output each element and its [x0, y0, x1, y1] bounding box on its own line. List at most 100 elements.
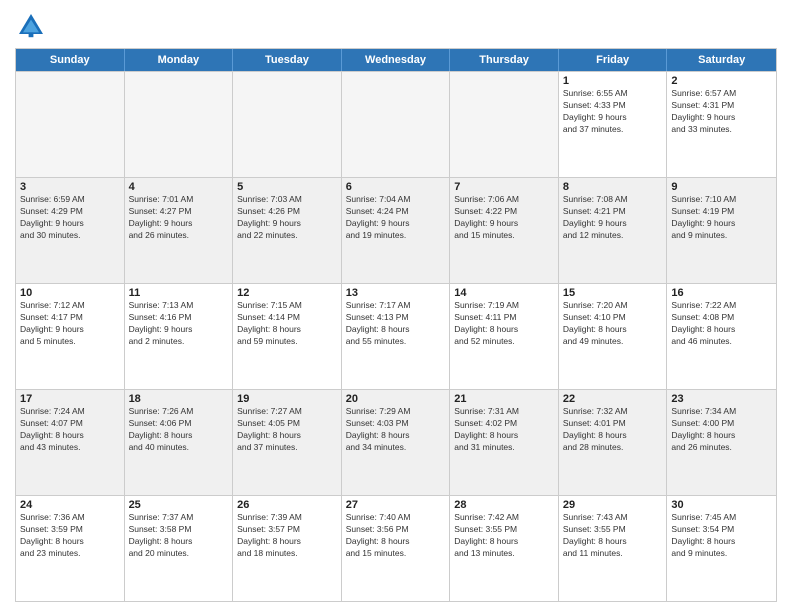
cell-detail: Sunrise: 7:36 AMSunset: 3:59 PMDaylight:… — [20, 512, 120, 560]
calendar-cell: 11Sunrise: 7:13 AMSunset: 4:16 PMDayligh… — [125, 284, 234, 389]
calendar-cell: 25Sunrise: 7:37 AMSunset: 3:58 PMDayligh… — [125, 496, 234, 601]
calendar-row-3: 17Sunrise: 7:24 AMSunset: 4:07 PMDayligh… — [16, 389, 776, 495]
day-number: 29 — [563, 499, 663, 511]
day-number: 21 — [454, 393, 554, 405]
page: SundayMondayTuesdayWednesdayThursdayFrid… — [0, 0, 792, 612]
cell-detail: Sunrise: 7:39 AMSunset: 3:57 PMDaylight:… — [237, 512, 337, 560]
cell-detail: Sunrise: 7:26 AMSunset: 4:06 PMDaylight:… — [129, 406, 229, 454]
calendar-row-0: 1Sunrise: 6:55 AMSunset: 4:33 PMDaylight… — [16, 71, 776, 177]
calendar-cell: 7Sunrise: 7:06 AMSunset: 4:22 PMDaylight… — [450, 178, 559, 283]
calendar-cell: 16Sunrise: 7:22 AMSunset: 4:08 PMDayligh… — [667, 284, 776, 389]
day-number: 22 — [563, 393, 663, 405]
day-number: 14 — [454, 287, 554, 299]
weekday-header-friday: Friday — [559, 49, 668, 71]
weekday-header-wednesday: Wednesday — [342, 49, 451, 71]
calendar-cell — [233, 72, 342, 177]
calendar-cell: 22Sunrise: 7:32 AMSunset: 4:01 PMDayligh… — [559, 390, 668, 495]
cell-detail: Sunrise: 7:13 AMSunset: 4:16 PMDaylight:… — [129, 300, 229, 348]
calendar-cell: 5Sunrise: 7:03 AMSunset: 4:26 PMDaylight… — [233, 178, 342, 283]
calendar-header-row: SundayMondayTuesdayWednesdayThursdayFrid… — [16, 49, 776, 71]
cell-detail: Sunrise: 7:24 AMSunset: 4:07 PMDaylight:… — [20, 406, 120, 454]
day-number: 28 — [454, 499, 554, 511]
day-number: 1 — [563, 75, 663, 87]
day-number: 16 — [671, 287, 772, 299]
day-number: 7 — [454, 181, 554, 193]
calendar-cell: 17Sunrise: 7:24 AMSunset: 4:07 PMDayligh… — [16, 390, 125, 495]
calendar-cell: 1Sunrise: 6:55 AMSunset: 4:33 PMDaylight… — [559, 72, 668, 177]
day-number: 3 — [20, 181, 120, 193]
weekday-header-sunday: Sunday — [16, 49, 125, 71]
cell-detail: Sunrise: 7:15 AMSunset: 4:14 PMDaylight:… — [237, 300, 337, 348]
calendar-cell: 8Sunrise: 7:08 AMSunset: 4:21 PMDaylight… — [559, 178, 668, 283]
calendar-cell: 23Sunrise: 7:34 AMSunset: 4:00 PMDayligh… — [667, 390, 776, 495]
weekday-header-saturday: Saturday — [667, 49, 776, 71]
cell-detail: Sunrise: 7:10 AMSunset: 4:19 PMDaylight:… — [671, 194, 772, 242]
day-number: 24 — [20, 499, 120, 511]
calendar-cell: 19Sunrise: 7:27 AMSunset: 4:05 PMDayligh… — [233, 390, 342, 495]
calendar-cell: 18Sunrise: 7:26 AMSunset: 4:06 PMDayligh… — [125, 390, 234, 495]
day-number: 15 — [563, 287, 663, 299]
cell-detail: Sunrise: 7:31 AMSunset: 4:02 PMDaylight:… — [454, 406, 554, 454]
cell-detail: Sunrise: 6:59 AMSunset: 4:29 PMDaylight:… — [20, 194, 120, 242]
calendar-row-2: 10Sunrise: 7:12 AMSunset: 4:17 PMDayligh… — [16, 283, 776, 389]
cell-detail: Sunrise: 7:29 AMSunset: 4:03 PMDaylight:… — [346, 406, 446, 454]
day-number: 9 — [671, 181, 772, 193]
calendar-cell: 2Sunrise: 6:57 AMSunset: 4:31 PMDaylight… — [667, 72, 776, 177]
weekday-header-tuesday: Tuesday — [233, 49, 342, 71]
cell-detail: Sunrise: 7:37 AMSunset: 3:58 PMDaylight:… — [129, 512, 229, 560]
day-number: 25 — [129, 499, 229, 511]
logo — [15, 10, 51, 42]
day-number: 4 — [129, 181, 229, 193]
cell-detail: Sunrise: 7:01 AMSunset: 4:27 PMDaylight:… — [129, 194, 229, 242]
day-number: 6 — [346, 181, 446, 193]
calendar-cell — [16, 72, 125, 177]
day-number: 5 — [237, 181, 337, 193]
calendar-row-1: 3Sunrise: 6:59 AMSunset: 4:29 PMDaylight… — [16, 177, 776, 283]
cell-detail: Sunrise: 7:04 AMSunset: 4:24 PMDaylight:… — [346, 194, 446, 242]
calendar-cell — [450, 72, 559, 177]
calendar-cell: 10Sunrise: 7:12 AMSunset: 4:17 PMDayligh… — [16, 284, 125, 389]
calendar-cell — [342, 72, 451, 177]
cell-detail: Sunrise: 7:40 AMSunset: 3:56 PMDaylight:… — [346, 512, 446, 560]
calendar-body: 1Sunrise: 6:55 AMSunset: 4:33 PMDaylight… — [16, 71, 776, 601]
logo-icon — [15, 10, 47, 42]
calendar-cell: 15Sunrise: 7:20 AMSunset: 4:10 PMDayligh… — [559, 284, 668, 389]
calendar-cell: 3Sunrise: 6:59 AMSunset: 4:29 PMDaylight… — [16, 178, 125, 283]
day-number: 23 — [671, 393, 772, 405]
cell-detail: Sunrise: 7:17 AMSunset: 4:13 PMDaylight:… — [346, 300, 446, 348]
calendar-cell: 4Sunrise: 7:01 AMSunset: 4:27 PMDaylight… — [125, 178, 234, 283]
day-number: 19 — [237, 393, 337, 405]
calendar-cell — [125, 72, 234, 177]
day-number: 17 — [20, 393, 120, 405]
calendar: SundayMondayTuesdayWednesdayThursdayFrid… — [15, 48, 777, 602]
day-number: 8 — [563, 181, 663, 193]
calendar-cell: 21Sunrise: 7:31 AMSunset: 4:02 PMDayligh… — [450, 390, 559, 495]
calendar-cell: 24Sunrise: 7:36 AMSunset: 3:59 PMDayligh… — [16, 496, 125, 601]
cell-detail: Sunrise: 7:19 AMSunset: 4:11 PMDaylight:… — [454, 300, 554, 348]
cell-detail: Sunrise: 7:06 AMSunset: 4:22 PMDaylight:… — [454, 194, 554, 242]
cell-detail: Sunrise: 7:34 AMSunset: 4:00 PMDaylight:… — [671, 406, 772, 454]
calendar-cell: 13Sunrise: 7:17 AMSunset: 4:13 PMDayligh… — [342, 284, 451, 389]
calendar-cell: 27Sunrise: 7:40 AMSunset: 3:56 PMDayligh… — [342, 496, 451, 601]
day-number: 30 — [671, 499, 772, 511]
cell-detail: Sunrise: 7:42 AMSunset: 3:55 PMDaylight:… — [454, 512, 554, 560]
calendar-cell: 14Sunrise: 7:19 AMSunset: 4:11 PMDayligh… — [450, 284, 559, 389]
day-number: 26 — [237, 499, 337, 511]
calendar-cell: 28Sunrise: 7:42 AMSunset: 3:55 PMDayligh… — [450, 496, 559, 601]
day-number: 10 — [20, 287, 120, 299]
day-number: 20 — [346, 393, 446, 405]
cell-detail: Sunrise: 6:57 AMSunset: 4:31 PMDaylight:… — [671, 88, 772, 136]
day-number: 27 — [346, 499, 446, 511]
day-number: 18 — [129, 393, 229, 405]
calendar-cell: 26Sunrise: 7:39 AMSunset: 3:57 PMDayligh… — [233, 496, 342, 601]
calendar-cell: 12Sunrise: 7:15 AMSunset: 4:14 PMDayligh… — [233, 284, 342, 389]
weekday-header-monday: Monday — [125, 49, 234, 71]
calendar-cell: 29Sunrise: 7:43 AMSunset: 3:55 PMDayligh… — [559, 496, 668, 601]
header — [15, 10, 777, 42]
cell-detail: Sunrise: 7:12 AMSunset: 4:17 PMDaylight:… — [20, 300, 120, 348]
calendar-cell: 20Sunrise: 7:29 AMSunset: 4:03 PMDayligh… — [342, 390, 451, 495]
day-number: 12 — [237, 287, 337, 299]
calendar-cell: 30Sunrise: 7:45 AMSunset: 3:54 PMDayligh… — [667, 496, 776, 601]
day-number: 11 — [129, 287, 229, 299]
cell-detail: Sunrise: 7:43 AMSunset: 3:55 PMDaylight:… — [563, 512, 663, 560]
